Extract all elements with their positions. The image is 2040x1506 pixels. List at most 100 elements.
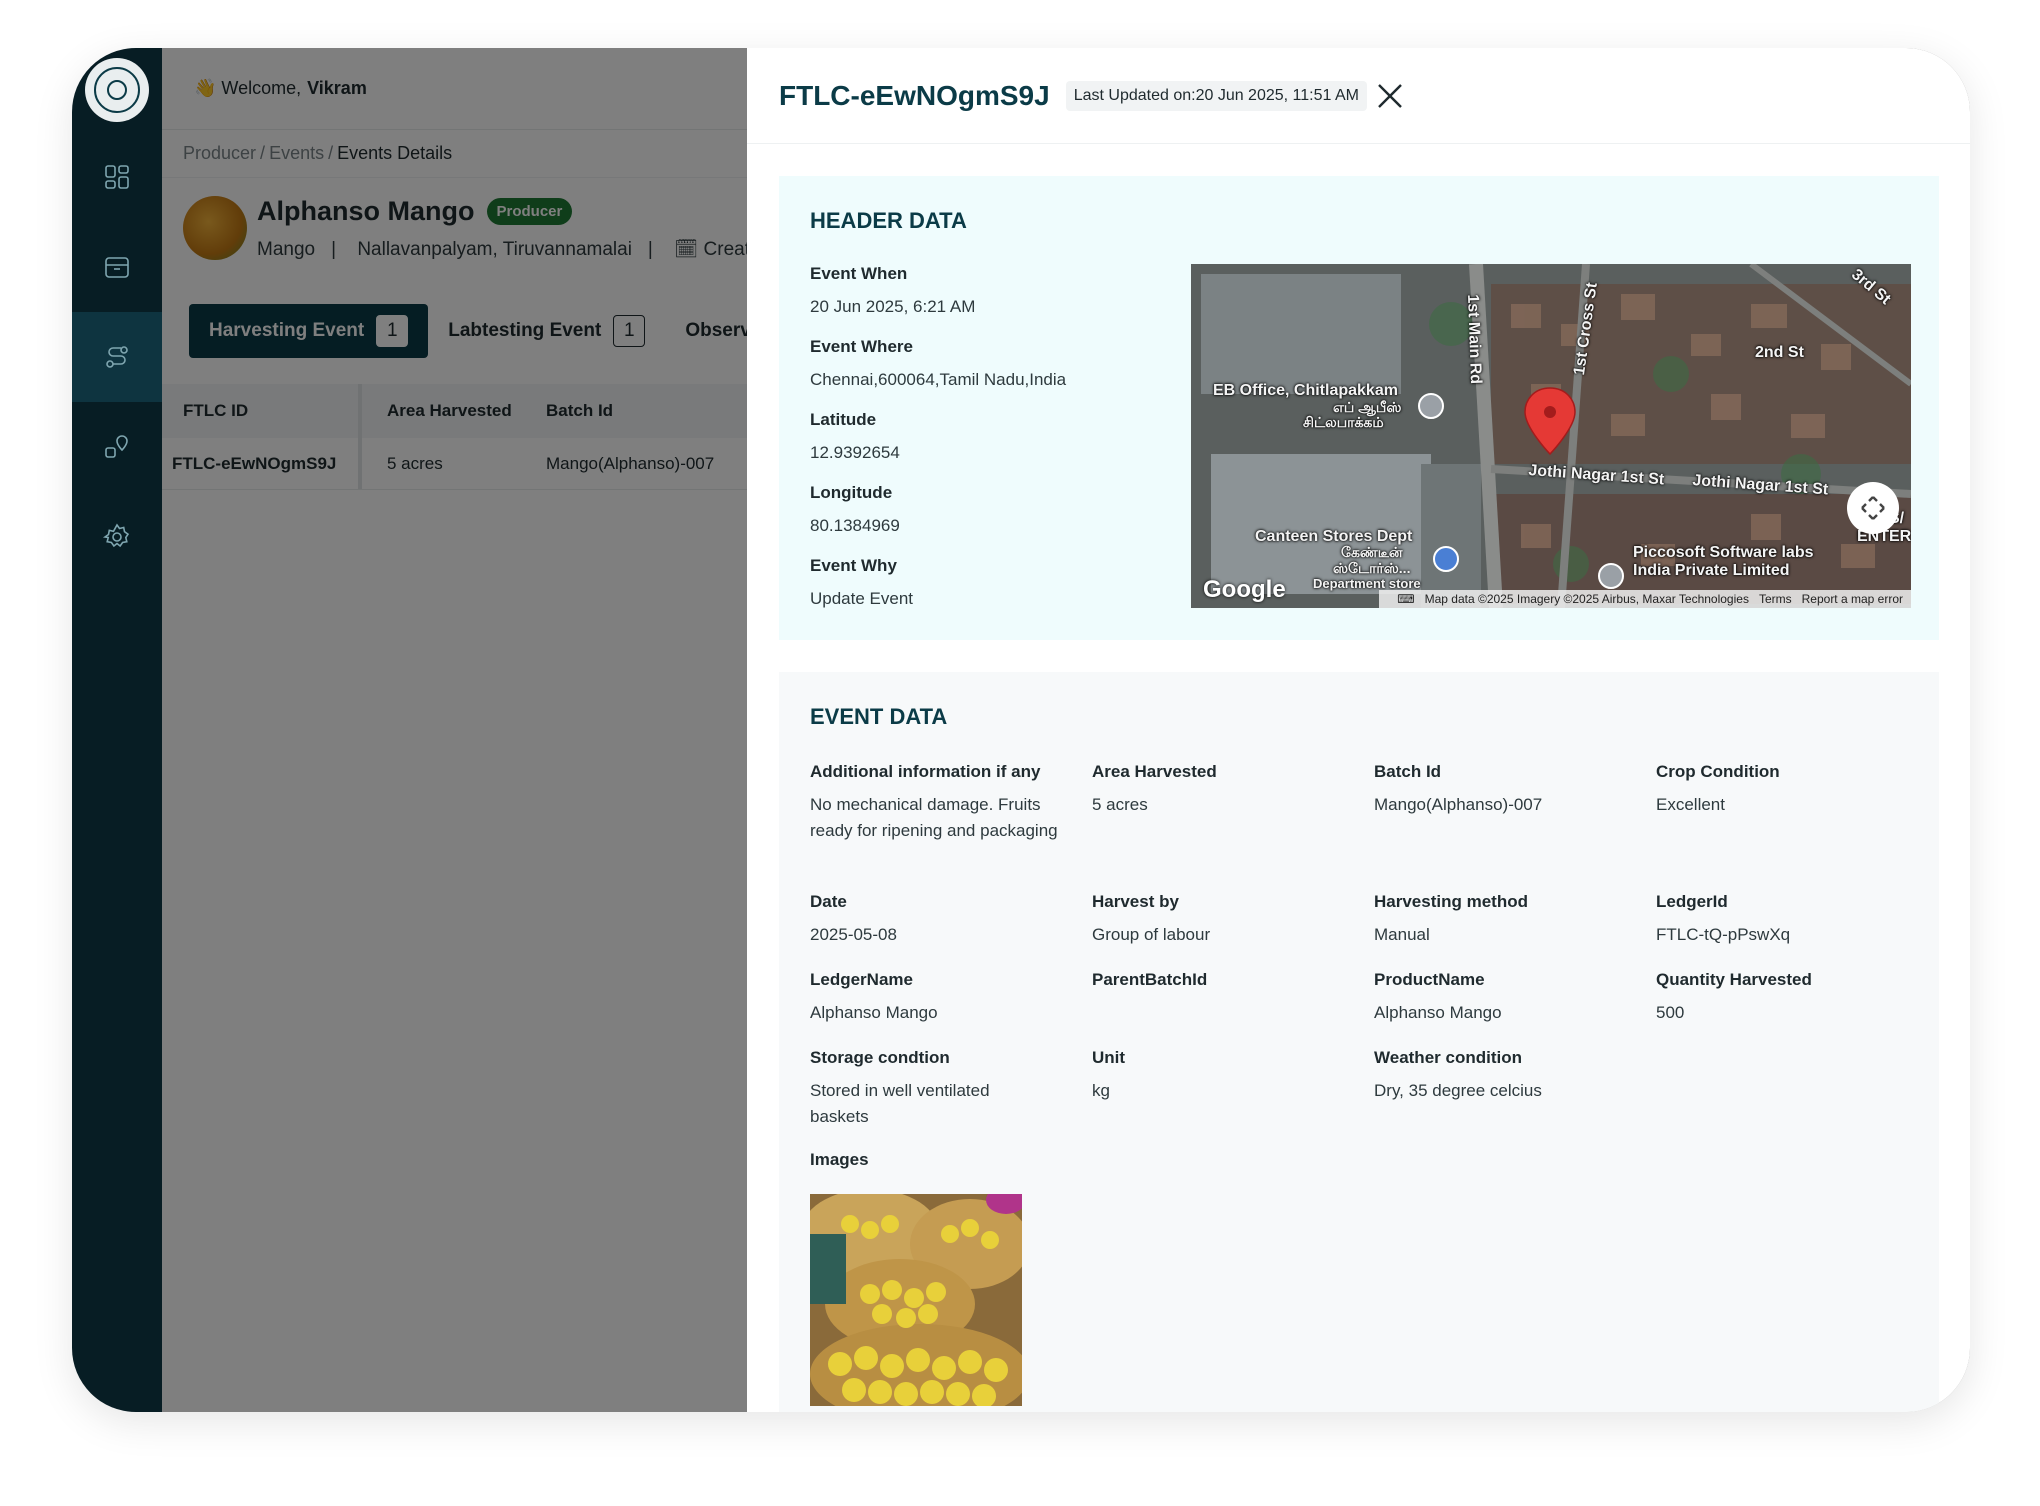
- field-label: Weather condition: [1374, 1048, 1522, 1067]
- harvest-image[interactable]: [810, 1194, 1022, 1406]
- close-icon: [1378, 83, 1402, 108]
- event-where-field: Event Where Chennai,600064,Tamil Nadu,In…: [810, 337, 1170, 393]
- map-label: Department store: [1313, 576, 1421, 591]
- map-terms-link[interactable]: Terms: [1759, 592, 1792, 606]
- event-field: ParentBatchId: [1092, 970, 1352, 1000]
- field-label: Batch Id: [1374, 762, 1442, 781]
- event-field: Harvest by Group of labour: [1092, 892, 1352, 948]
- event-data-title: EVENT DATA: [810, 704, 948, 729]
- field-label: Additional information if any: [810, 762, 1041, 781]
- keyboard-icon[interactable]: ⌨: [1397, 592, 1414, 606]
- field-value: Manual: [1374, 925, 1430, 944]
- field-label: LedgerName: [810, 970, 913, 989]
- event-field: LedgerId FTLC-tQ-pPswXq: [1656, 892, 1916, 948]
- event-field: Storage condtion Stored in well ventilate…: [810, 1048, 1040, 1130]
- nav-locations[interactable]: [72, 402, 162, 492]
- drawer-header: FTLC-eEwNOgmS9J Last Updated on:20 Jun 2…: [747, 48, 1970, 144]
- field-value: 80.1384969: [810, 516, 900, 535]
- field-value: Mango(Alphanso)-007: [1374, 795, 1543, 814]
- field-label: Quantity Harvested: [1656, 970, 1812, 989]
- map-label: Piccosoft Software labs: [1633, 544, 1814, 561]
- field-label: Harvest by: [1092, 892, 1179, 911]
- map-label: சிட்லபாக்கம்: [1303, 414, 1384, 430]
- location-pin-icon: [105, 435, 128, 458]
- map-label: 2nd St: [1755, 344, 1804, 361]
- event-field: ProductName Alphanso Mango: [1374, 970, 1634, 1026]
- drawer-title: FTLC-eEwNOgmS9J: [779, 79, 1050, 111]
- map-attribution: ⌨ Map data ©2025 Imagery ©2025 Airbus, M…: [1379, 590, 1911, 608]
- event-field: Date 2025-05-08: [810, 892, 1070, 948]
- field-value: kg: [1092, 1081, 1110, 1100]
- latitude-field: Latitude 12.9392654: [810, 410, 1170, 466]
- event-data-card: EVENT DATA Additional information if any…: [779, 672, 1939, 1412]
- header-data-title: HEADER DATA: [810, 208, 967, 233]
- field-label: Event When: [810, 264, 908, 283]
- event-why-field: Event Why Update Event: [810, 556, 1170, 612]
- nav-products[interactable]: [72, 222, 162, 312]
- field-value: No mechanical damage. Fruits ready for r…: [810, 795, 1058, 840]
- event-field: Area Harvested 5 acres: [1092, 762, 1352, 818]
- location-map[interactable]: 1st Main Rd 1st Cross St 3rd St 2nd St E…: [1191, 264, 1911, 608]
- field-label: Storage condtion: [810, 1048, 950, 1067]
- field-label: Longitude: [810, 483, 893, 502]
- map-data-credit: Map data ©2025 Imagery ©2025 Airbus, Max…: [1424, 592, 1749, 606]
- field-label: Harvesting method: [1374, 892, 1528, 911]
- nav-dashboard[interactable]: [72, 132, 162, 222]
- field-value: Group of labour: [1092, 925, 1211, 944]
- field-value: 500: [1656, 1003, 1685, 1022]
- app-frame: 👋 Welcome, Vikram Producer/ Events/ Even…: [72, 48, 1970, 1412]
- event-details-drawer: FTLC-eEwNOgmS9J Last Updated on:20 Jun 2…: [747, 48, 1970, 1412]
- gear-icon: [102, 523, 130, 548]
- images-label: Images: [810, 1150, 869, 1169]
- nav-settings[interactable]: [72, 492, 162, 582]
- field-value: Update Event: [810, 589, 914, 608]
- field-value: FTLC-tQ-pPswXq: [1656, 925, 1791, 944]
- field-label: LedgerId: [1656, 892, 1728, 911]
- report-map-error-link[interactable]: Report a map error: [1802, 592, 1903, 606]
- map-label: 1st Main Rd: [1464, 294, 1485, 385]
- field-value: Stored in well ventilated baskets: [810, 1081, 990, 1126]
- longitude-field: Longitude 80.1384969: [810, 483, 1170, 539]
- last-updated-badge: Last Updated on:20 Jun 2025, 11:51 AM: [1065, 80, 1367, 111]
- field-value: Dry, 35 degree celcius: [1374, 1081, 1542, 1100]
- field-value: 20 Jun 2025, 6:21 AM: [810, 297, 976, 316]
- field-label: ParentBatchId: [1092, 970, 1208, 989]
- box-icon: [105, 257, 129, 278]
- images-field: Images: [810, 1150, 1070, 1170]
- header-data-card: HEADER DATA Event When 20 Jun 2025, 6:21…: [779, 176, 1939, 640]
- fullscreen-icon: [1861, 496, 1885, 520]
- field-value: Excellent: [1656, 795, 1725, 814]
- field-label: Latitude: [810, 410, 877, 429]
- field-label: Date: [810, 892, 847, 911]
- event-field: LedgerName Alphanso Mango: [810, 970, 1070, 1026]
- event-field: Crop Condition Excellent: [1656, 762, 1916, 818]
- event-field: Quantity Harvested 500: [1656, 970, 1916, 1026]
- close-button[interactable]: [1373, 79, 1407, 113]
- field-label: Event Why: [810, 556, 897, 575]
- event-field: Batch Id Mango(Alphanso)-007: [1374, 762, 1634, 818]
- field-value: 5 acres: [1092, 795, 1148, 814]
- route-icon: [106, 346, 128, 368]
- field-value: Chennai,600064,Tamil Nadu,India: [810, 370, 1067, 389]
- nav-events[interactable]: [72, 312, 162, 402]
- field-value: Alphanso Mango: [810, 1003, 938, 1022]
- field-label: Area Harvested: [1092, 762, 1217, 781]
- field-value: 12.9392654: [810, 443, 900, 462]
- map-fullscreen-button[interactable]: [1847, 482, 1899, 534]
- field-value: 2025-05-08: [810, 925, 897, 944]
- field-label: Unit: [1092, 1048, 1126, 1067]
- dashboard-icon: [105, 165, 129, 189]
- event-field: Unit kg: [1092, 1048, 1352, 1104]
- field-value: Alphanso Mango: [1374, 1003, 1502, 1022]
- mango-baskets-photo: [810, 1194, 1022, 1406]
- event-when-field: Event When 20 Jun 2025, 6:21 AM: [810, 264, 1170, 320]
- google-logo: Google: [1203, 576, 1286, 603]
- event-field: Additional information if any No mechanic…: [810, 762, 1060, 844]
- sidebar: [72, 48, 162, 1412]
- field-label: Event Where: [810, 337, 913, 356]
- event-field: Harvesting method Manual: [1374, 892, 1634, 948]
- event-field: Weather condition Dry, 35 degree celcius: [1374, 1048, 1634, 1104]
- food-traze-logo[interactable]: [85, 58, 149, 122]
- map-label: India Private Limited: [1633, 562, 1790, 579]
- map-label: EB Office, Chitlapakkam: [1213, 382, 1398, 399]
